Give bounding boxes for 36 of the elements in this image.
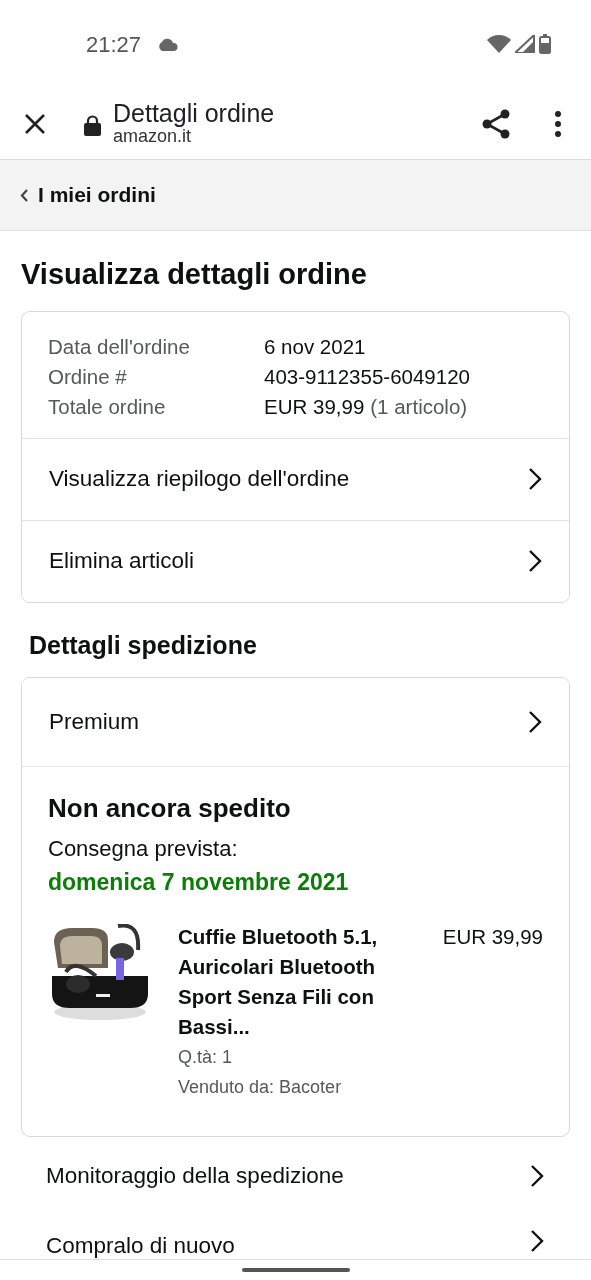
signal-icon <box>515 35 535 53</box>
field-note: (1 articolo) <box>370 393 468 420</box>
url-text: amazon.it <box>113 127 192 148</box>
section-heading: Visualizza dettagli ordine <box>21 257 368 292</box>
section-heading: Dettagli spedizione <box>29 629 258 661</box>
close-icon[interactable] <box>24 112 46 135</box>
field-value: 403-9112355-6049120 <box>264 363 470 390</box>
breadcrumb-label: I miei ordini <box>38 182 156 209</box>
chevron-right-icon <box>528 467 542 491</box>
battery-icon <box>539 34 551 54</box>
field-value: EUR 39,99 <box>264 393 365 420</box>
seller-text: Venduto da: Bacoter <box>178 1075 343 1099</box>
quantity-text: Q.tà: 1 <box>178 1045 234 1069</box>
status-time: 21:27 <box>86 30 142 59</box>
cloud-icon <box>157 37 180 51</box>
delivery-label: Consegna prevista: <box>48 835 239 863</box>
shipment-status: Non ancora spedito <box>48 792 292 825</box>
field-label: Ordine # <box>48 363 128 390</box>
lock-icon <box>84 115 101 136</box>
item-price: EUR 39,99 <box>442 923 543 950</box>
breadcrumb-link[interactable]: I miei ordini <box>0 160 591 231</box>
field-label: Data dell'ordine <box>48 333 191 360</box>
chevron-right-icon <box>528 710 542 734</box>
chevron-right-icon <box>530 1228 544 1253</box>
product-title[interactable]: Cuffie Bluetooth 5.1, Auricolari Bluetooth Sport Senza Fili con Bassi... <box>178 921 418 1042</box>
page-title: Dettagli ordine <box>113 99 276 128</box>
chevron-right-icon <box>528 549 542 573</box>
chevron-left-icon <box>20 188 28 202</box>
field-value: 6 nov 2021 <box>264 333 366 360</box>
wifi-icon <box>487 35 511 53</box>
chevron-right-icon <box>530 1163 544 1188</box>
field-label: Totale ordine <box>48 393 167 420</box>
share-icon[interactable] <box>481 108 511 139</box>
link-row[interactable]: Elimina articoli <box>22 519 569 602</box>
delivery-date: domenica 7 novembre 2021 <box>48 868 350 897</box>
more-icon[interactable] <box>555 110 561 137</box>
